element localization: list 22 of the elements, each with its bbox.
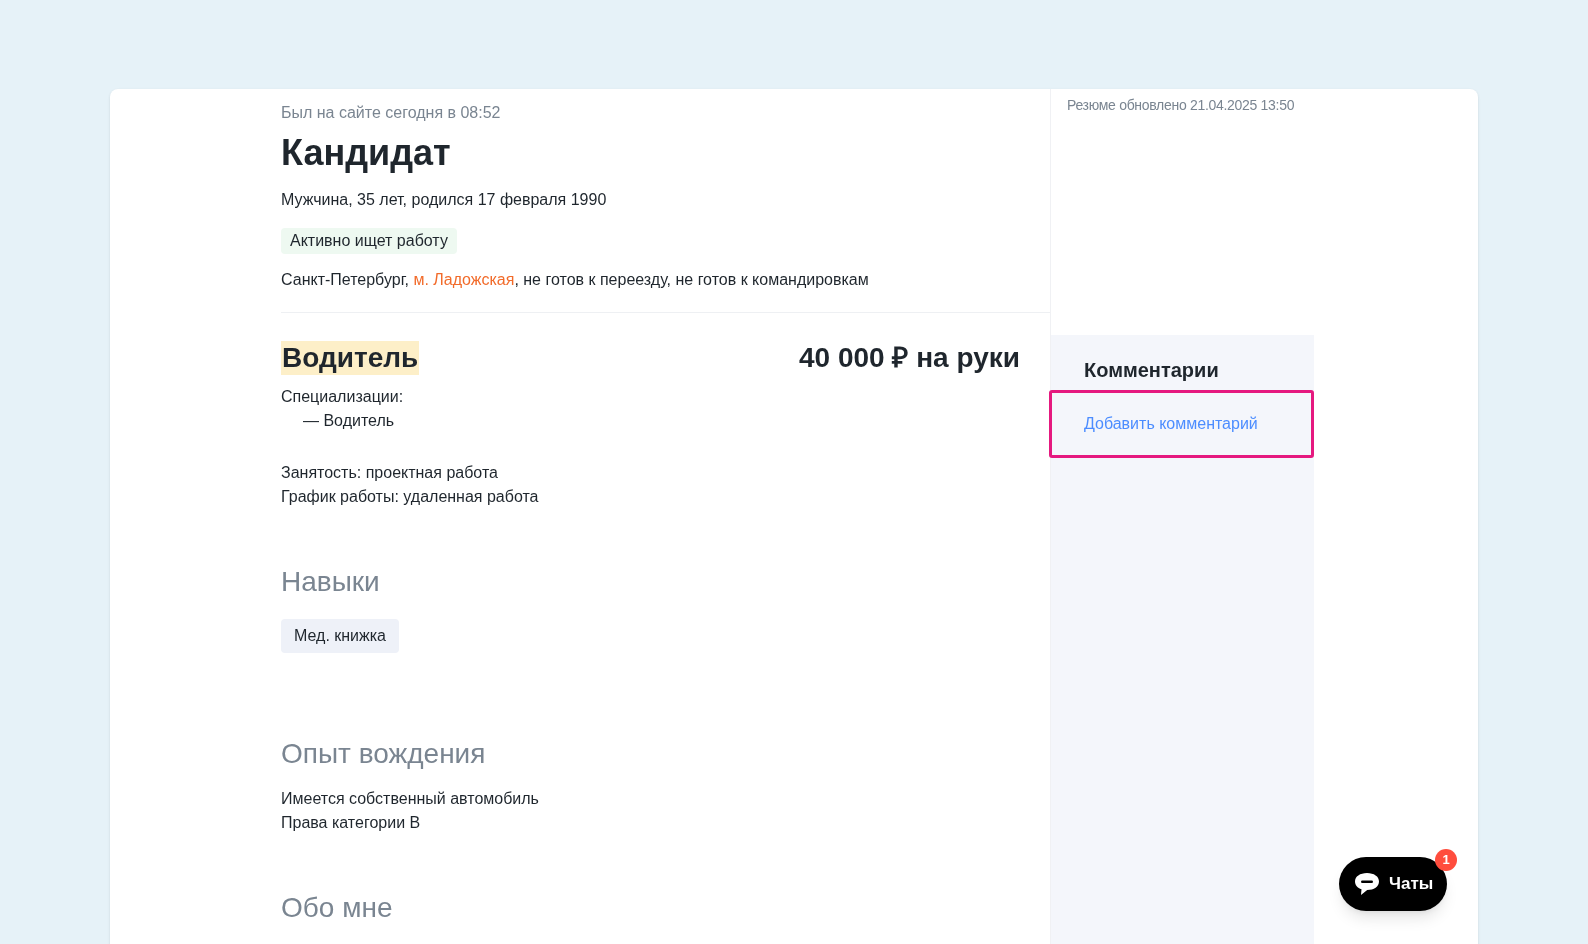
- section-heading: Навыки: [281, 565, 381, 599]
- section-heading: Обо мне: [281, 891, 394, 925]
- location-text: Санкт-Петербург, м. Ладожская, не готов к переезду, не готов к командировкам: [281, 270, 870, 290]
- schedule-text: График работы: удаленная работа: [281, 487, 540, 507]
- employment-text: Занятость: проектная работа: [281, 463, 499, 483]
- driving-info-text: Имеется собственный автомобиль: [281, 789, 540, 809]
- salary-text: 40 000 ₽ на руки: [799, 341, 1020, 375]
- comments-heading: Комментарии: [1084, 358, 1220, 383]
- driving-info-text: Права категории B: [281, 813, 422, 833]
- position-title: Водитель: [281, 341, 420, 375]
- specializations-label: Специализации:: [281, 387, 405, 407]
- chat-bubble-icon: [1353, 871, 1381, 897]
- resume-updated-text: Резюме обновлено 21.04.2025 13:50: [1067, 97, 1295, 113]
- skill-tag: Мед. книжка: [281, 619, 399, 653]
- status-badge: Активно ищет работу: [281, 228, 457, 254]
- section-heading: Опыт вождения: [281, 737, 487, 771]
- last-seen-text: Был на сайте сегодня в 08:52: [281, 103, 502, 123]
- metro-link[interactable]: м. Ладожская: [413, 271, 515, 288]
- candidate-name: Кандидат: [281, 133, 452, 173]
- personal-info: Мужчина, 35 лет, родился 17 февраля 1990: [281, 190, 608, 210]
- add-comment-link[interactable]: Добавить комментарий: [1084, 414, 1258, 434]
- specialization-item: — Водитель: [303, 411, 396, 431]
